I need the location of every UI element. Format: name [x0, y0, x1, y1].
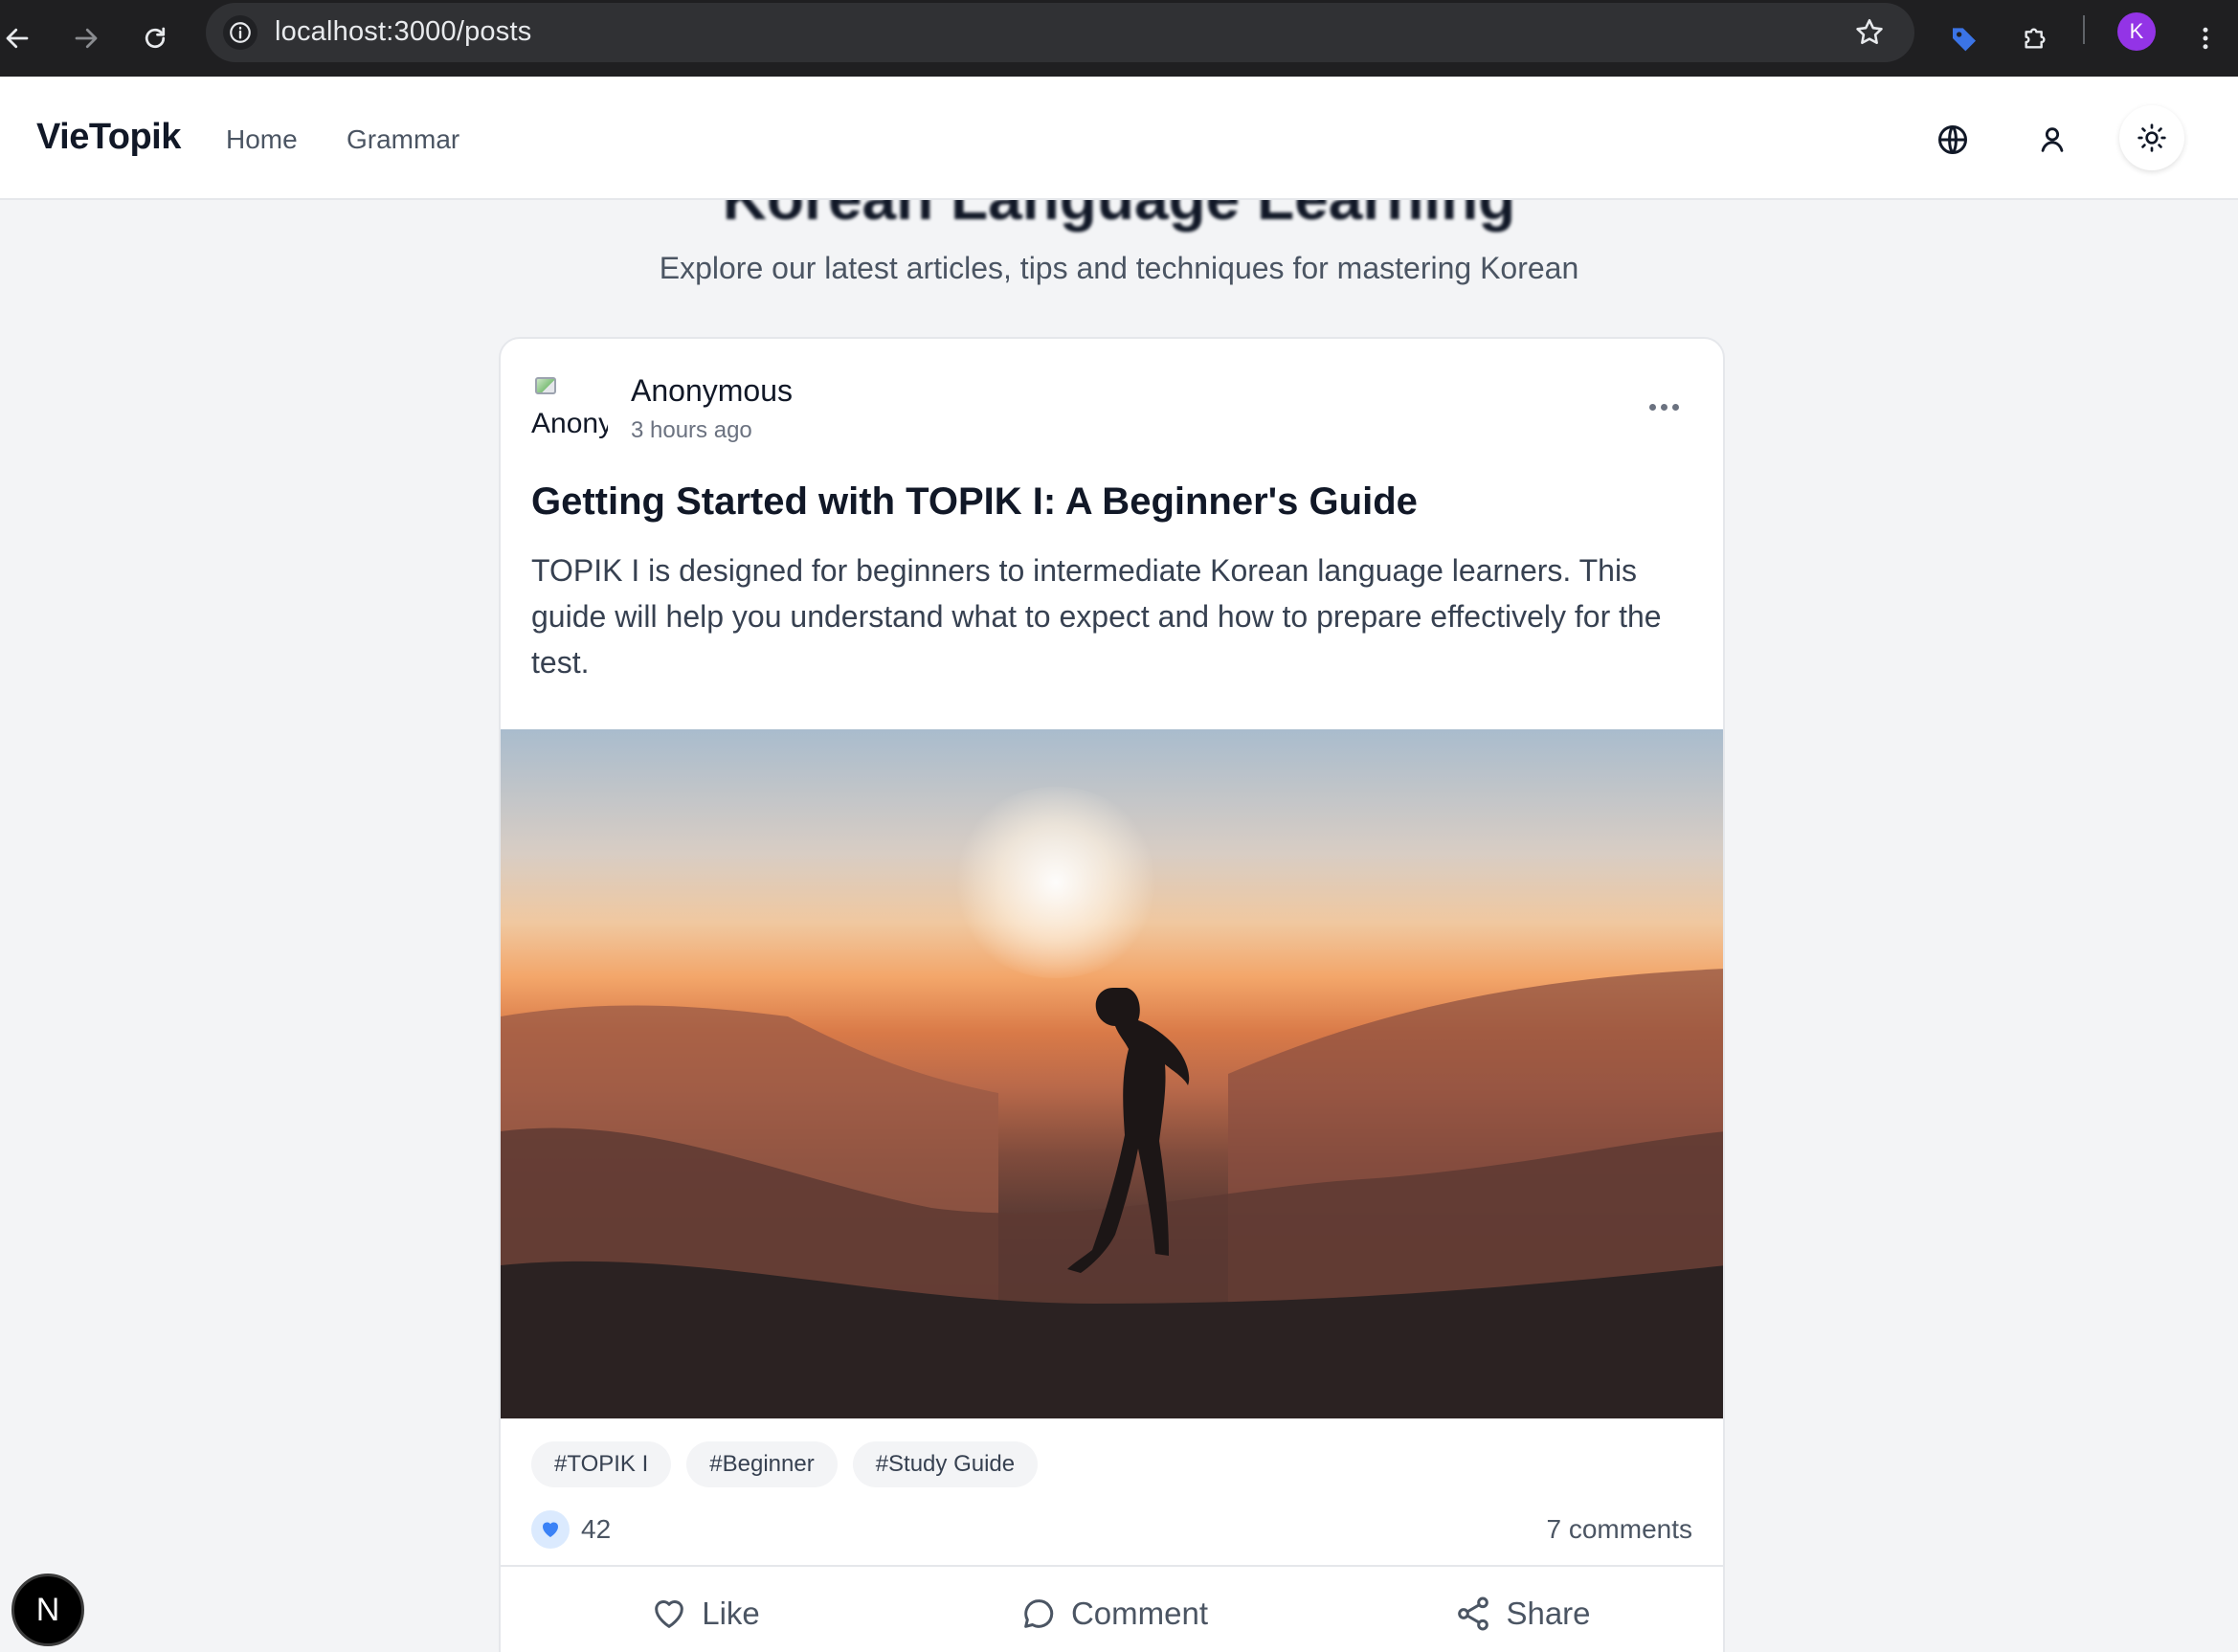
page-subtitle: Explore our latest articles, tips and te… — [659, 251, 1579, 285]
like-button[interactable]: Like — [501, 1567, 909, 1652]
profile-avatar[interactable]: K — [2117, 12, 2156, 51]
heart-outline-icon — [655, 1600, 684, 1628]
reaction-summary[interactable]: 42 — [531, 1510, 611, 1549]
forward-arrow-icon[interactable] — [59, 11, 113, 65]
post-timestamp: 3 hours ago — [631, 417, 752, 443]
tag-chip[interactable]: #Study Guide — [852, 1441, 1039, 1487]
extensions-puzzle-icon[interactable] — [2008, 11, 2062, 65]
reload-icon[interactable] — [128, 11, 182, 65]
like-count: 42 — [581, 1514, 612, 1544]
comment-count[interactable]: 7 comments — [1547, 1514, 1693, 1545]
site-header: VieTopik Home Grammar — [0, 77, 2238, 200]
comment-button-label: Comment — [1070, 1596, 1209, 1631]
silhouette-landscape — [501, 969, 1723, 1418]
post-actions: Like Comment Share — [501, 1565, 1723, 1652]
bookmark-star-icon[interactable] — [1853, 16, 1886, 49]
address-url[interactable]: localhost:3000/posts — [275, 16, 531, 48]
brand-logo[interactable]: VieTopik — [36, 117, 181, 158]
kebab-menu-icon[interactable] — [2179, 11, 2232, 65]
nextjs-dev-badge[interactable]: N — [11, 1574, 84, 1646]
post-image[interactable] — [501, 729, 1723, 1418]
broken-image-icon — [535, 377, 556, 394]
avatar[interactable]: Anonymous — [531, 373, 608, 450]
tag-chip[interactable]: #TOPIK I — [531, 1441, 672, 1487]
comment-button[interactable]: Comment — [909, 1567, 1318, 1652]
like-button-label: Like — [702, 1596, 760, 1631]
back-arrow-icon[interactable] — [0, 11, 44, 65]
toolbar-divider — [2083, 15, 2085, 44]
site-info-icon[interactable] — [223, 15, 257, 50]
globe-icon[interactable] — [1926, 113, 1980, 167]
address-bar[interactable]: localhost:3000/posts — [206, 3, 1914, 62]
comment-bubble-icon — [1024, 1599, 1054, 1628]
share-icon — [1458, 1596, 1489, 1631]
extension-tag-icon[interactable] — [1937, 11, 1991, 65]
browser-toolbar: localhost:3000/posts K — [0, 0, 2238, 77]
share-button[interactable]: Share — [1318, 1567, 1723, 1652]
avatar-alt-text: Anonymous — [531, 408, 608, 439]
author-name[interactable]: Anonymous — [631, 373, 793, 409]
tag-list: #TOPIK I #Beginner #Study Guide — [531, 1441, 1039, 1487]
user-icon[interactable] — [2025, 113, 2079, 167]
sun-icon[interactable] — [2119, 105, 2184, 170]
tag-chip[interactable]: #Beginner — [686, 1441, 838, 1487]
nav-link-home[interactable]: Home — [226, 124, 298, 155]
share-button-label: Share — [1506, 1596, 1591, 1631]
heart-filled-icon — [531, 1510, 570, 1549]
nav-link-grammar[interactable]: Grammar — [347, 124, 459, 155]
post-title[interactable]: Getting Started with TOPIK I: A Beginner… — [531, 480, 1418, 524]
post-card: Anonymous Anonymous 3 hours ago Getting … — [499, 337, 1725, 1652]
post-excerpt: TOPIK I is designed for beginners to int… — [531, 553, 1662, 680]
more-options-icon[interactable] — [1643, 392, 1685, 421]
